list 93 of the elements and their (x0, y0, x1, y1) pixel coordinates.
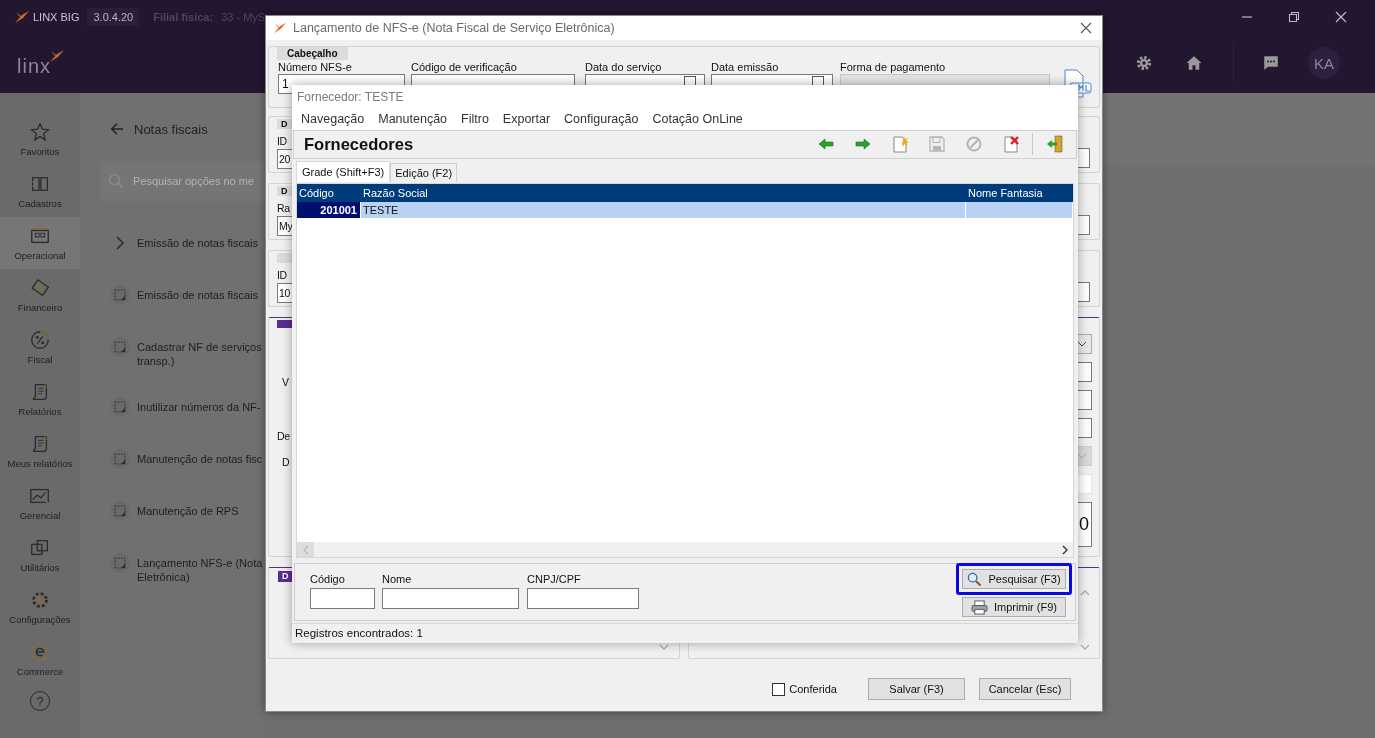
menu-item[interactable]: Configuração (557, 111, 646, 126)
percent-icon (29, 329, 51, 351)
sidebar-item[interactable]: Utilitários (0, 529, 80, 581)
shortcut-icon (110, 397, 130, 417)
gear-icon (29, 589, 51, 611)
column-header[interactable]: Código (297, 184, 361, 203)
logo-icon (14, 9, 30, 24)
menu-item[interactable]: Emissão de notas fiscais (137, 236, 259, 250)
chevron-up-icon[interactable] (1080, 590, 1090, 596)
table-cell: 201001 (297, 202, 361, 219)
shortcut-icon (110, 449, 130, 469)
delete-document-icon[interactable] (1002, 135, 1020, 154)
app-icon (273, 22, 287, 34)
close-icon[interactable] (1080, 22, 1092, 34)
menu-item[interactable]: Inutilizar números da NF- (137, 400, 261, 414)
menu-item[interactable]: Cotação OnLine (645, 111, 750, 126)
toolbar-button[interactable]: Imprimir (F9) (962, 597, 1066, 618)
search-field[interactable]: Pesquisar opções no me (100, 161, 265, 201)
menu-item[interactable]: Exportar (495, 111, 558, 126)
field-label: De (277, 430, 290, 442)
banknote-icon (29, 277, 51, 299)
field-label: Código (310, 573, 346, 587)
tab[interactable]: Edição (F2) (390, 163, 458, 183)
circle-icon (29, 641, 51, 663)
sidebar-item[interactable]: Gerencial (0, 477, 80, 529)
sidebar-item[interactable]: Financeiro (0, 269, 80, 321)
heading: Fornecedores (304, 134, 414, 154)
shortcut-icon (110, 501, 130, 521)
home-icon[interactable] (1185, 54, 1203, 72)
field-label: ID (277, 269, 287, 281)
menu-item[interactable]: Manutenção de notas fisc (137, 452, 263, 466)
menu-item[interactable]: Emissão de notas fiscais (137, 288, 259, 302)
window-title: Lançamento de NFS-e (Nota Fiscal de Serviço Eletrônica) (293, 21, 615, 35)
menu-item[interactable]: Manutenção de RPS (137, 504, 239, 518)
sidebar-item[interactable]: Relatórios (0, 373, 80, 425)
table-cell: TESTE (361, 202, 966, 219)
menu-item[interactable]: Cadastrar NF de serviços transp.) (137, 340, 262, 368)
magnifier-icon (967, 571, 983, 587)
sidebar-item[interactable]: Fiscal (0, 321, 80, 373)
chevron-down-icon[interactable] (659, 644, 669, 650)
column-header[interactable]: Nome Fantasia (966, 184, 1073, 203)
field-label: Ra (277, 202, 290, 214)
toolbar-button[interactable]: Pesquisar (F3) (962, 569, 1066, 590)
field-label: Data do serviço (585, 61, 663, 74)
status-bar: Registros encontrados: 1 (292, 623, 1078, 643)
app-name: LINX BIG (33, 10, 80, 23)
field-label: V (282, 376, 289, 388)
group-title: Cabeçalho (277, 47, 348, 60)
version-badge: 3.0.4.20 (87, 7, 140, 26)
user-avatar[interactable]: KA (1308, 47, 1340, 79)
input-field[interactable] (310, 588, 375, 610)
settings-icon[interactable] (1135, 54, 1153, 72)
field-label: CNPJ/CPF (527, 573, 582, 587)
sidebar-item[interactable]: Configurações (0, 581, 80, 633)
dialog-button[interactable]: Salvar (F3) (868, 678, 965, 700)
menu-item[interactable]: Manutenção (371, 111, 455, 126)
field-label: Número NFS-e (278, 61, 353, 74)
field-label: Forma de pagamento (840, 61, 947, 74)
field-label: Código de verificação (411, 61, 518, 74)
checkbox[interactable] (772, 682, 786, 696)
sidebar-item[interactable]: Cadastros (0, 165, 80, 217)
scroll-right-icon[interactable] (1062, 544, 1068, 555)
logo-mark-icon (49, 48, 65, 63)
input-field[interactable] (527, 588, 639, 610)
printer-icon (971, 599, 989, 615)
sidebar-item[interactable]: Meus relatórios (0, 425, 80, 477)
back-arrow-icon[interactable] (110, 122, 124, 136)
dialog-button[interactable]: Cancelar (Esc) (979, 678, 1071, 700)
field-label: ID (277, 135, 287, 147)
menu-item[interactable]: Filtro (454, 111, 496, 126)
close-icon[interactable] (1335, 10, 1347, 23)
field-label: D (282, 456, 290, 468)
shortcut-icon (110, 285, 130, 305)
exit-door-icon[interactable] (1046, 135, 1064, 154)
sidebar-item[interactable]: Commerce (0, 633, 80, 685)
input-field[interactable] (382, 588, 519, 610)
horizontal-scrollbar[interactable] (297, 542, 1073, 558)
sidebar-item[interactable]: Operacional (0, 217, 80, 269)
field-label: Nome (382, 573, 413, 587)
tab[interactable]: Grade (Shift+F3) (296, 161, 391, 183)
shortcut-icon (110, 337, 130, 357)
panel-title: Notas fiscais (134, 121, 208, 137)
column-header[interactable]: Razão Social (361, 184, 966, 203)
table-row[interactable]: 201001 TESTE (297, 202, 1073, 219)
logo-text: linx (17, 54, 51, 78)
field-label: Data emissão (711, 61, 780, 74)
restore-icon[interactable] (1288, 10, 1300, 23)
chat-icon[interactable] (1262, 54, 1280, 72)
star-icon (29, 121, 51, 143)
checkbox-label[interactable]: Conferida (789, 683, 837, 695)
menu-item[interactable]: Lançamento NFS-e (Nota Eletrônica) (137, 556, 263, 584)
sidebar-item[interactable]: Favoritos (0, 113, 80, 165)
shortcut-icon (110, 553, 130, 573)
